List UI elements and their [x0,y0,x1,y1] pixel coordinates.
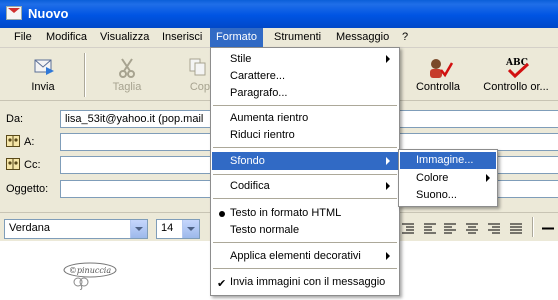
menu-file[interactable]: File [8,28,38,47]
cut-button[interactable]: Taglia [92,51,162,99]
menu-item-riduci-rientro[interactable]: Riduci rientro [212,127,398,143]
sfondo-label: Sfondo [230,155,265,167]
copy-button[interactable]: Cop [170,51,210,99]
testo-normale-label: Testo normale [230,224,300,236]
check-names-label: Controlla [415,81,461,93]
menu-messaggio[interactable]: Messaggio [330,28,395,47]
send-icon [34,59,54,75]
subject-label: Oggetto: [6,183,49,195]
spelling-icon: ABC [505,58,530,79]
cc-label: Cc: [24,159,41,171]
toolbar-separator [532,217,534,237]
menu-bar: File Modifica Visualizza Inserisci Forma… [0,28,558,48]
menu-item-testo-normale[interactable]: Testo normale [212,222,398,238]
formato-menu: Stile Carattere... Paragrafo... Aumenta … [210,47,400,296]
outdent-icon[interactable] [424,223,436,234]
testo-html-label: Testo in formato HTML [230,207,342,219]
menu-item-testo-html[interactable]: Testo in formato HTML [212,205,398,221]
menu-separator [213,105,397,106]
menu-item-aumenta-rientro[interactable]: Aumenta rientro [212,110,398,126]
riduci-rientro-label: Riduci rientro [230,129,295,141]
envelope-icon [6,6,22,20]
submenu-item-suono[interactable]: Suono... [400,187,496,204]
sfondo-submenu: Immagine... Colore Suono... [398,149,498,207]
chevron-down-icon[interactable] [130,220,147,238]
submenu-item-immagine[interactable]: Immagine... [400,152,496,169]
menu-separator [213,198,397,199]
spelling-label: Controllo or... [483,81,549,93]
font-select[interactable]: Verdana [4,219,148,239]
applica-elementi-label: Applica elementi decorativi [230,250,361,262]
to-label: A: [24,136,35,148]
clover-stamp-icon: ©pinuccia [63,262,117,290]
font-size-value: 14 [161,222,174,234]
menu-item-codifica[interactable]: Codifica [212,178,398,194]
scissors-icon [119,58,135,78]
menu-separator [213,242,397,243]
chevron-down-icon[interactable] [182,220,199,238]
menu-item-stile[interactable]: Stile [212,51,398,67]
menu-item-applica-elementi[interactable]: Applica elementi decorativi [212,248,398,264]
font-size-select[interactable]: 14 [156,219,200,239]
title-bar: Nuovo [0,0,558,28]
menu-separator [213,147,397,148]
cut-label: Taglia [112,81,142,93]
menu-help[interactable]: ? [396,28,414,47]
menu-item-sfondo[interactable]: Sfondo [212,152,398,170]
chevron-right-icon [386,252,390,260]
colore-label: Colore [416,172,449,184]
stamp-text: ©pinuccia [69,266,112,275]
send-button[interactable]: Invia [8,51,78,99]
aumenta-rientro-label: Aumenta rientro [230,112,309,124]
align-center-icon[interactable] [466,223,478,234]
check-names-button[interactable]: Controlla [406,51,470,99]
window-title: Nuovo [28,6,69,21]
toolbar-separator [84,53,86,97]
address-book-icon[interactable] [6,135,20,147]
carattere-label: Carattere... [230,70,286,82]
align-right-icon[interactable] [488,223,500,234]
invia-immagini-label: Invia immagini con il messaggio [230,276,386,288]
menu-item-carattere[interactable]: Carattere... [212,68,398,84]
spelling-button[interactable]: ABC Controllo or... [474,51,558,99]
address-book-icon[interactable] [6,158,20,170]
menu-inserisci[interactable]: Inserisci [156,28,208,47]
justify-icon[interactable] [510,223,522,234]
indent-icon[interactable] [402,223,414,234]
submenu-item-colore[interactable]: Colore [400,170,496,187]
copy-label: Cop [189,81,210,93]
align-left-icon[interactable] [444,223,456,234]
chevron-right-icon [386,55,390,63]
chevron-right-icon [486,174,490,182]
menu-modifica[interactable]: Modifica [40,28,93,47]
menu-formato[interactable]: Formato [210,28,263,47]
menu-separator [213,174,397,175]
menu-visualizza[interactable]: Visualizza [94,28,155,47]
codifica-label: Codifica [230,180,270,192]
paragrafo-label: Paragrafo... [230,87,288,99]
copy-icon [189,58,206,76]
from-label: Da: [6,113,24,125]
immagine-label: Immagine... [416,154,474,166]
checkmark-icon: ✔ [217,278,227,290]
menu-strumenti[interactable]: Strumenti [268,28,327,47]
font-value: Verdana [9,222,50,234]
suono-label: Suono... [416,189,457,201]
menu-item-paragrafo[interactable]: Paragrafo... [212,85,398,101]
menu-separator [213,268,397,269]
stile-label: Stile [230,53,252,65]
send-label: Invia [31,81,55,93]
menu-item-invia-immagini[interactable]: ✔ Invia immagini con il messaggio [212,274,398,290]
horizontal-line-icon[interactable] [542,227,554,230]
check-names-icon [430,59,454,78]
chevron-right-icon [386,157,390,165]
chevron-right-icon [386,182,390,190]
radio-bullet-icon [219,211,225,217]
